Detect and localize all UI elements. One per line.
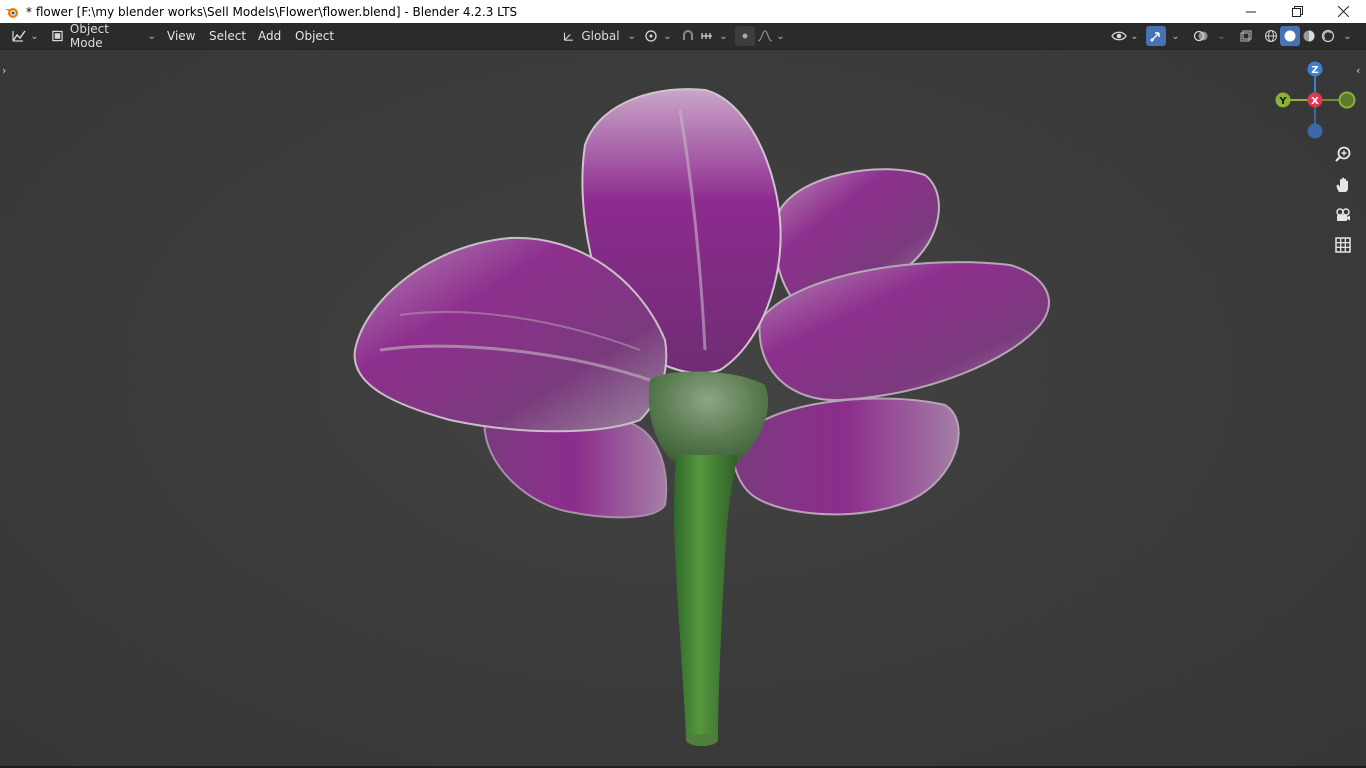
viewport-header: ⌄ Object Mode ⌄ View Select Add Object G… — [0, 22, 1366, 50]
gizmo-x-label: X — [1311, 96, 1319, 107]
gizmo-neg-z-axis — [1307, 123, 1323, 139]
chevron-down-icon: ⌄ — [1171, 30, 1180, 42]
gizmo-icon — [1150, 32, 1160, 42]
editor-type-icon — [12, 30, 26, 42]
camera-icon — [1336, 208, 1350, 221]
menu-view[interactable]: View — [161, 26, 201, 46]
transform-orientation-dropdown[interactable]: Global ⌄ — [558, 26, 636, 46]
gizmo-y-label: Y — [1278, 96, 1287, 107]
3d-viewport[interactable]: › ‹ Z Y X — [0, 50, 1366, 766]
orientation-icon — [563, 32, 573, 41]
grid-icon — [1335, 237, 1351, 253]
xray-icon — [1240, 30, 1252, 42]
chevron-down-icon: ⌄ — [1217, 30, 1226, 42]
shading-material-button[interactable] — [1300, 26, 1318, 46]
mode-selector[interactable]: Object Mode ⌄ — [46, 22, 156, 50]
visibility-icon — [1111, 31, 1128, 41]
chevron-down-icon: ⌄ — [1130, 30, 1139, 42]
gizmo-neg-y-axis — [1338, 91, 1356, 109]
snap-target-dropdown[interactable]: ⌄ — [700, 26, 728, 46]
snap-toggle[interactable] — [677, 26, 699, 46]
editor-type-button[interactable]: ⌄ — [10, 26, 40, 46]
minimize-icon[interactable] — [1228, 0, 1274, 23]
falloff-icon — [758, 30, 773, 42]
chevron-down-icon: ⌄ — [663, 30, 672, 42]
proportional-editing-icon — [742, 33, 748, 39]
overlay-dropdown[interactable]: ⌄ — [1212, 26, 1228, 46]
shading-solid-button[interactable] — [1280, 26, 1300, 46]
xray-toggle[interactable] — [1236, 26, 1256, 46]
window-titlebar: * flower [F:\my blender works\Sell Model… — [0, 0, 1366, 23]
shading-dropdown[interactable]: ⌄ — [1338, 26, 1354, 46]
restore-icon[interactable] — [1274, 0, 1320, 23]
shading-rendered-button[interactable] — [1319, 26, 1337, 46]
pan-hand-icon — [1336, 177, 1348, 192]
mode-label: Object Mode — [69, 22, 109, 50]
chevron-down-icon: ⌄ — [776, 30, 785, 42]
window-title: * flower [F:\my blender works\Sell Model… — [26, 4, 518, 19]
falloff-dropdown[interactable]: ⌄ — [757, 26, 785, 46]
chevron-down-icon: ⌄ — [147, 30, 156, 42]
shading-wireframe-button[interactable] — [1262, 26, 1280, 46]
chevron-down-icon: ⌄ — [30, 30, 39, 42]
chevron-down-icon: ⌄ — [627, 30, 636, 42]
zoom-icon — [1335, 146, 1351, 162]
shading-material-icon — [1303, 30, 1315, 42]
shading-rendered-icon — [1321, 29, 1335, 43]
flower-stem — [674, 455, 738, 746]
chevron-down-icon: ⌄ — [1343, 30, 1352, 42]
snap-icon — [683, 30, 693, 40]
camera-view-button[interactable] — [1331, 203, 1355, 227]
flower-model[interactable] — [0, 50, 1366, 766]
pivot-point-dropdown[interactable]: ⌄ — [644, 26, 672, 46]
overlay-icon — [1193, 30, 1208, 42]
snap-target-icon — [701, 33, 713, 39]
gizmo-z-label: Z — [1311, 65, 1318, 76]
navigation-gizmo[interactable]: Z Y X — [1270, 58, 1360, 148]
pivot-icon — [645, 30, 657, 42]
shading-wireframe-icon — [1265, 30, 1277, 42]
orientation-label: Global — [581, 29, 620, 43]
menu-object[interactable]: Object — [289, 26, 340, 46]
blender-logo-icon — [4, 4, 20, 20]
proportional-editing-toggle[interactable] — [735, 26, 755, 46]
chevron-down-icon: ⌄ — [719, 30, 728, 42]
zoom-button[interactable] — [1331, 143, 1355, 167]
perspective-toggle-button[interactable] — [1331, 233, 1355, 257]
overlay-toggle[interactable] — [1190, 26, 1212, 46]
menu-add[interactable]: Add — [252, 26, 287, 46]
visibility-dropdown[interactable]: ⌄ — [1110, 26, 1140, 46]
shading-solid-icon — [1284, 30, 1296, 42]
object-mode-icon — [52, 30, 63, 42]
menu-select[interactable]: Select — [203, 26, 252, 46]
petal-lower-right — [732, 397, 960, 516]
gizmo-dropdown[interactable]: ⌄ — [1166, 26, 1182, 46]
close-icon[interactable] — [1320, 0, 1366, 23]
pan-button[interactable] — [1331, 173, 1355, 197]
gizmo-toggle[interactable] — [1146, 26, 1166, 46]
